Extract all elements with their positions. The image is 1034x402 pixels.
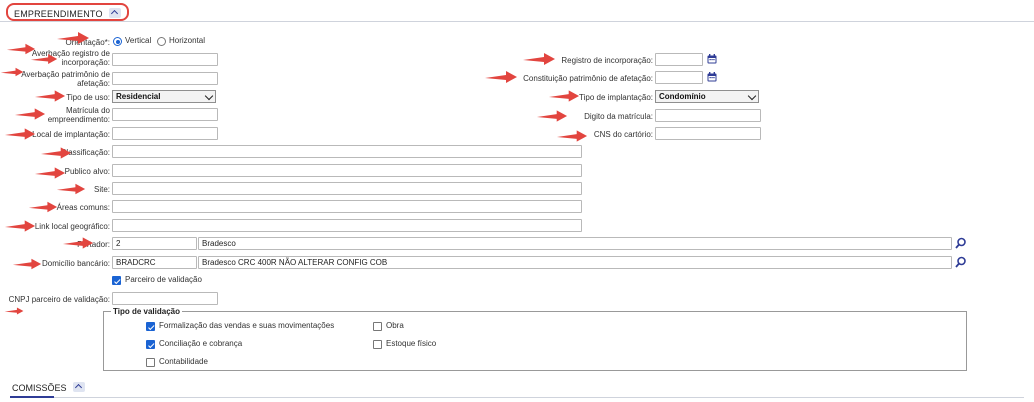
averbacao-patrimonio-input[interactable] [112, 72, 218, 85]
digito-matricula-input[interactable] [655, 109, 761, 122]
averbacao-registro-label-2: incorporação: [61, 58, 110, 67]
domicilio-name-field: Bradesco CRC 400R NÃO ALTERAR CONFIG COB [198, 256, 952, 269]
link-local-label: Link local geográfico: [34, 222, 110, 231]
registro-incorporacao-input[interactable] [655, 53, 703, 66]
annotation-arrow [4, 307, 24, 315]
site-input[interactable] [112, 182, 582, 195]
publico-alvo-label: Publico alvo: [64, 167, 110, 176]
parceiro-validacao-checkbox[interactable] [112, 276, 121, 285]
tipo-implantacao-label: Tipo de implantação: [579, 93, 653, 102]
section-title-empreendimento[interactable]: EMPREENDIMENTO [6, 3, 129, 21]
publico-alvo-input[interactable] [112, 164, 582, 177]
averbacao-patrimonio-label-1: Averbação patrimônio de [21, 70, 110, 79]
section-header: EMPREENDIMENTO [0, 0, 1034, 22]
tipo-uso-label: Tipo de uso: [66, 93, 110, 102]
cns-cartorio-input[interactable] [655, 127, 761, 140]
contabilidade-label: Contabilidade [159, 357, 208, 366]
chevron-up-icon[interactable] [108, 8, 121, 18]
section-title-text: EMPREENDIMENTO [14, 9, 103, 19]
matricula-label: Matrícula do empreendimento: [10, 106, 110, 124]
chevron-down-icon [747, 91, 757, 101]
estoque-checkbox[interactable] [373, 340, 382, 349]
tipo-implantacao-select[interactable]: Condomínio [655, 90, 759, 103]
tipo-implantacao-value: Condomínio [659, 92, 706, 101]
section-divider [10, 397, 1024, 398]
domicilio-label: Domicílio bancário: [41, 259, 110, 268]
averbacao-patrimonio-label-2: afetação: [77, 79, 110, 88]
chevron-down-icon [204, 91, 214, 101]
cns-cartorio-label: CNS do cartório: [593, 130, 653, 139]
calendar-icon[interactable] [707, 72, 717, 82]
constituicao-patrimonio-input[interactable] [655, 71, 703, 84]
search-icon[interactable] [955, 237, 967, 249]
local-implantacao-input[interactable] [112, 127, 218, 140]
matricula-label-2: empreendimento: [47, 115, 110, 124]
orientation-label: Orientação*: [65, 38, 110, 47]
conciliacao-label: Conciliação e cobrança [159, 339, 243, 348]
obra-label: Obra [386, 321, 404, 330]
orientation-horizontal-radio[interactable] [157, 37, 166, 46]
conciliacao-checkbox[interactable] [146, 340, 155, 349]
active-tab-underline [10, 396, 54, 398]
cnpj-parceiro-label: CNPJ parceiro de validação: [8, 295, 110, 304]
link-local-input[interactable] [112, 219, 582, 232]
domicilio-code-input[interactable]: BRADCRC [112, 256, 197, 269]
averbacao-patrimonio-label: Averbação patrimônio de afetação: [10, 70, 110, 88]
tipo-uso-select[interactable]: Residencial [112, 90, 216, 103]
orientation-vertical-label: Vertical [125, 36, 152, 45]
averbacao-registro-label: Averbação registro de incorporação: [10, 49, 110, 67]
section-title-comissoes[interactable]: COMISSÕES [12, 382, 85, 393]
contabilidade-checkbox[interactable] [146, 358, 155, 367]
formalizacao-checkbox[interactable] [146, 322, 155, 331]
areas-comuns-label: Áreas comuns: [56, 203, 110, 212]
comissoes-title-text: COMISSÕES [12, 383, 67, 393]
search-icon[interactable] [955, 256, 967, 268]
portador-code-input[interactable]: 2 [112, 237, 197, 250]
orientation-vertical-radio[interactable] [113, 37, 122, 46]
averbacao-registro-input[interactable] [112, 53, 218, 66]
chevron-up-icon[interactable] [72, 382, 85, 392]
site-label: Site: [93, 185, 110, 194]
cnpj-parceiro-input[interactable] [112, 292, 218, 305]
parceiro-validacao-label: Parceiro de validação [125, 275, 202, 284]
matricula-input[interactable] [112, 108, 218, 121]
tipo-uso-value: Residencial [116, 92, 161, 101]
obra-checkbox[interactable] [373, 322, 382, 331]
estoque-label: Estoque físico [386, 339, 437, 348]
matricula-label-1: Matrícula do [65, 106, 110, 115]
calendar-icon[interactable] [707, 54, 717, 64]
digito-matricula-label: Digito da matrícula: [584, 112, 653, 121]
portador-name-field: Bradesco [198, 237, 952, 250]
classificacao-label: Classificação: [60, 148, 110, 157]
registro-incorporacao-label: Registro de incorporação: [561, 56, 653, 65]
portador-label: Portador: [77, 240, 110, 249]
constituicao-patrimonio-label: Constituição patrimônio de afetação: [523, 74, 653, 83]
tipo-validacao-legend: Tipo de validação [111, 307, 182, 316]
classificacao-input[interactable] [112, 145, 582, 158]
formalizacao-label: Formalização das vendas e suas movimenta… [159, 321, 335, 330]
orientation-horizontal-label: Horizontal [169, 36, 206, 45]
areas-comuns-input[interactable] [112, 200, 582, 213]
averbacao-registro-label-1: Averbação registro de [31, 49, 110, 58]
local-implantacao-label: Local de implantação: [32, 130, 110, 139]
